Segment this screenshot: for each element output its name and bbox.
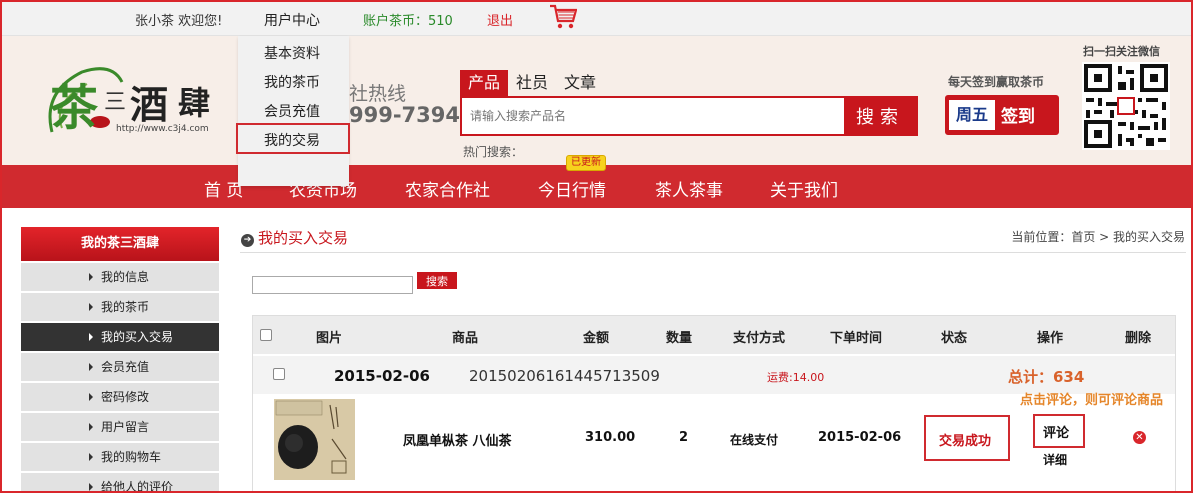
arrow-circle-icon: ➔ [241,234,254,247]
order-number: 20150206161445713509 [469,367,660,385]
dropdown-item-recharge[interactable]: 会员充值 [264,101,320,121]
status-badge: 交易成功 [924,415,1010,461]
sidebar-item-buy-transactions[interactable]: 我的买入交易 [21,323,219,351]
logo-char-1: 茶 [50,80,99,136]
logo-char-2: 三 [104,90,127,115]
sidebar-item-messages[interactable]: 用户留言 [21,413,219,441]
table-header: 图片 商品 金额 数量 支付方式 下单时间 状态 操作 删除 [253,316,1175,354]
wechat-qr-code-icon [1082,62,1170,150]
logout-link[interactable]: 退出 [487,10,513,29]
dropdown-item-coins[interactable]: 我的茶币 [264,72,320,92]
nav-about[interactable]: 关于我们 [770,176,838,201]
col-product: 商品 [452,331,479,346]
order-search-input[interactable] [252,276,413,294]
hotline-label: 社热线 [349,83,407,105]
product-name[interactable]: 凤凰单枞茶 八仙茶 [403,430,512,449]
review-button[interactable]: 评论 [1033,414,1085,448]
main-nav: 首 页 农资市场 农家合作社 今日行情 茶人茶事 关于我们 [0,165,1193,208]
shipping-fee: 运费:14.00 [767,371,825,384]
user-center-dropdown: 基本资料 我的茶币 会员充值 我的交易 [236,36,350,186]
nav-tea-people[interactable]: 茶人茶事 [655,176,723,201]
nav-market-today[interactable]: 今日行情 [538,176,606,201]
status-text: 交易成功 [939,434,992,449]
search-tabs: 产品 社员 文章 [460,70,604,96]
welcome-text: 张小茶 欢迎您! [135,14,223,29]
user-center-link[interactable]: 用户中心 [264,10,320,30]
qr-tip: 扫一扫关注微信 [1083,45,1160,58]
site-header: 茶 三 酒 肆 http://www.c3j4.com 社热线 999-7394… [0,36,1193,165]
logo-char-4: 肆 [178,84,211,122]
delete-icon[interactable]: ✕ [1133,431,1146,444]
hotline-number: 999-7394 [349,103,460,127]
signin-tip: 每天签到赢取茶币 [948,75,1045,89]
col-image: 图片 [316,331,343,346]
col-amount: 金额 [583,331,610,346]
col-delete: 删除 [1125,331,1152,346]
hot-search-label: 热门搜索： [463,145,524,159]
updated-badge: 已更新 [566,155,606,171]
top-bar: 张小茶 欢迎您! 用户中心 账户茶币：510 退出 [0,0,1193,36]
order-time: 2015-02-06 [818,430,902,445]
order-date: 2015-02-06 [334,367,430,385]
search-input[interactable] [470,106,840,126]
sidebar-item-password[interactable]: 密码修改 [21,383,219,411]
dropdown-item-transactions[interactable]: 我的交易 [264,130,320,150]
col-status: 状态 [941,331,968,346]
dropdown-item-profile[interactable]: 基本资料 [264,43,320,63]
review-label: 评论 [1043,426,1070,441]
sidebar-item-reviews[interactable]: 给他人的评价 [21,473,219,493]
page-title-text: 我的买入交易 [258,229,349,247]
site-logo[interactable]: 茶 三 酒 肆 http://www.c3j4.com [42,62,227,172]
sidebar-item-recharge[interactable]: 会员充值 [21,353,219,381]
col-payment: 支付方式 [733,331,786,346]
detail-link[interactable]: 详细 [1043,451,1067,468]
sidebar-title: 我的茶三酒肆 [21,227,219,261]
product-quantity: 2 [679,430,689,445]
sidebar-item-info[interactable]: 我的信息 [21,263,219,291]
select-all-checkbox[interactable] [260,329,272,341]
payment-method: 在线支付 [730,433,779,447]
signin-label: 签到 [1001,107,1035,127]
page-title: ➔ 我的买入交易 [241,227,348,248]
signin-button[interactable]: 周五 签到 [945,95,1059,135]
col-action: 操作 [1037,331,1064,346]
logo-char-3: 酒 [130,82,169,127]
order-search-button[interactable]: 搜索 [417,272,457,289]
signin-day: 周五 [949,100,995,130]
sidebar-item-cart[interactable]: 我的购物车 [21,443,219,471]
product-price: 310.00 [585,430,636,445]
search-button[interactable]: 搜索 [844,98,916,134]
logo-url: http://www.c3j4.com [116,124,209,134]
col-quantity: 数量 [666,331,693,346]
sidebar: 我的茶三酒肆 我的信息 我的茶币 我的买入交易 会员充值 密码修改 用户留言 我… [21,227,219,493]
breadcrumb: 当前位置：首页 > 我的买入交易 [1011,230,1185,244]
search-tab-members[interactable]: 社员 [508,70,556,96]
order-total: 总计：634 [1008,368,1085,386]
search-tab-articles[interactable]: 文章 [556,70,604,96]
order-checkbox[interactable] [273,368,285,380]
search-tab-products[interactable]: 产品 [460,70,509,96]
col-order-time: 下单时间 [830,331,883,346]
nav-cooperative[interactable]: 农家合作社 [405,176,490,201]
search-box: 搜索 [460,96,918,136]
review-hint: 点击评论，则可评论商品 [1020,393,1164,408]
product-thumbnail[interactable] [274,399,355,480]
sidebar-item-coins[interactable]: 我的茶币 [21,293,219,321]
title-divider [240,252,1186,253]
shopping-cart-icon[interactable] [549,3,577,31]
coin-balance: 账户茶币：510 [363,14,453,29]
